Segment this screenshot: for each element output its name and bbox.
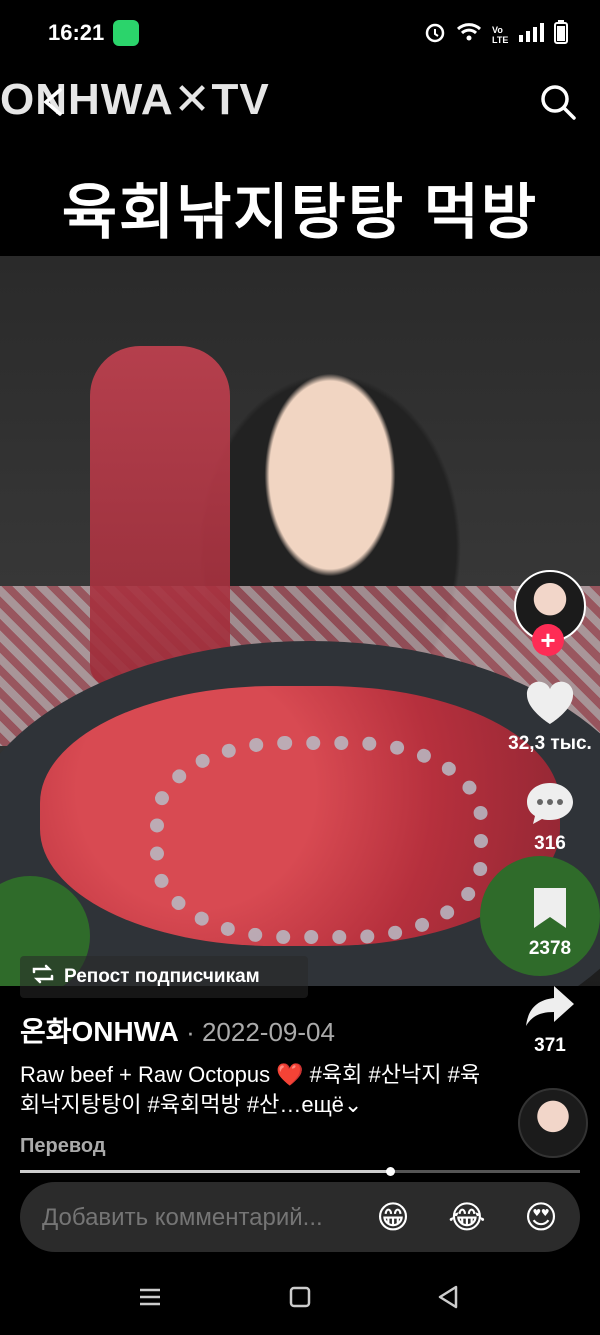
triangle-back-icon — [438, 1285, 458, 1309]
chevron-down-icon: ⌄ — [343, 1092, 363, 1117]
volte-icon: Vo LTE — [492, 24, 509, 45]
post-date: 2022-09-04 — [201, 1017, 335, 1047]
date-separator: · — [178, 1017, 202, 1047]
back-arrow-icon — [43, 88, 62, 116]
emoji-grin-button[interactable]: 😁 — [370, 1194, 416, 1240]
save-count: 2378 — [528, 938, 572, 959]
heart-icon — [526, 681, 574, 724]
save-button[interactable]: 2378 — [500, 885, 600, 960]
comment-button[interactable]: 316 — [500, 780, 600, 855]
follow-button[interactable]: + — [532, 624, 564, 656]
video-player[interactable] — [0, 256, 600, 986]
signal-icon — [518, 21, 544, 48]
post-caption[interactable]: Raw beef + Raw Octopus ❤️ #육회 #산낙지 #육회낙지… — [20, 1060, 490, 1120]
search-button[interactable] — [538, 82, 578, 122]
system-back-button[interactable] — [428, 1277, 468, 1317]
post-meta: 온화ONHWA · 2022-09-04 — [20, 1010, 520, 1050]
comment-bubble-icon — [527, 783, 573, 824]
status-icons: Vo LTE — [424, 20, 568, 49]
emoji-heart-eyes-button[interactable]: 😍 — [518, 1194, 564, 1240]
repost-button[interactable]: Репост подписчикам — [20, 956, 308, 998]
back-button[interactable] — [34, 82, 74, 122]
comment-count: 316 — [534, 833, 566, 854]
app-notification-icon — [113, 20, 139, 46]
caption-text: Raw beef + Raw Octopus ❤️ #육회 #산낙지 #육회낙지… — [20, 1062, 481, 1117]
share-arrow-icon — [526, 986, 574, 1026]
system-nav-bar — [0, 1255, 600, 1335]
progress-knob[interactable] — [385, 1167, 395, 1176]
status-bar: 16:21 Vo LTE — [0, 0, 600, 66]
battery-icon — [554, 20, 568, 49]
like-count: 32,3 тыс. — [508, 733, 592, 754]
bookmark-icon — [534, 888, 566, 928]
emoji-joy-button[interactable]: 😂 — [444, 1194, 490, 1240]
music-disc-avatar[interactable] — [518, 1088, 588, 1158]
comment-bar: 😁 😂 😍 — [20, 1182, 580, 1254]
video-title-overlay: 육회낚지탕탕 먹방 — [61, 179, 539, 246]
video-progress-bar[interactable] — [20, 1167, 580, 1176]
like-button[interactable]: 32,3 тыс. — [500, 680, 600, 755]
status-time: 16:21 — [48, 20, 105, 45]
comment-input[interactable] — [40, 1182, 364, 1254]
username[interactable]: 온화ONHWA — [20, 1016, 179, 1047]
translate-link[interactable]: Перевод — [20, 1135, 106, 1158]
caption-more[interactable]: ещё — [301, 1092, 344, 1117]
repost-label: Репост подписчикам — [64, 966, 260, 987]
repost-icon — [30, 963, 56, 991]
video-octopus — [150, 736, 488, 944]
recents-button[interactable] — [130, 1277, 170, 1317]
home-button[interactable] — [280, 1277, 320, 1317]
video-chopsticks-meat — [90, 346, 230, 686]
menu-lines-icon — [140, 1288, 160, 1306]
search-icon — [541, 85, 576, 120]
alarm-icon — [424, 21, 446, 48]
progress-fill — [20, 1170, 390, 1173]
square-home-icon — [289, 1286, 311, 1308]
video-header: ONHWA✕TV 육회낚지탕탕 먹방 — [0, 66, 600, 256]
wifi-icon — [456, 21, 482, 48]
